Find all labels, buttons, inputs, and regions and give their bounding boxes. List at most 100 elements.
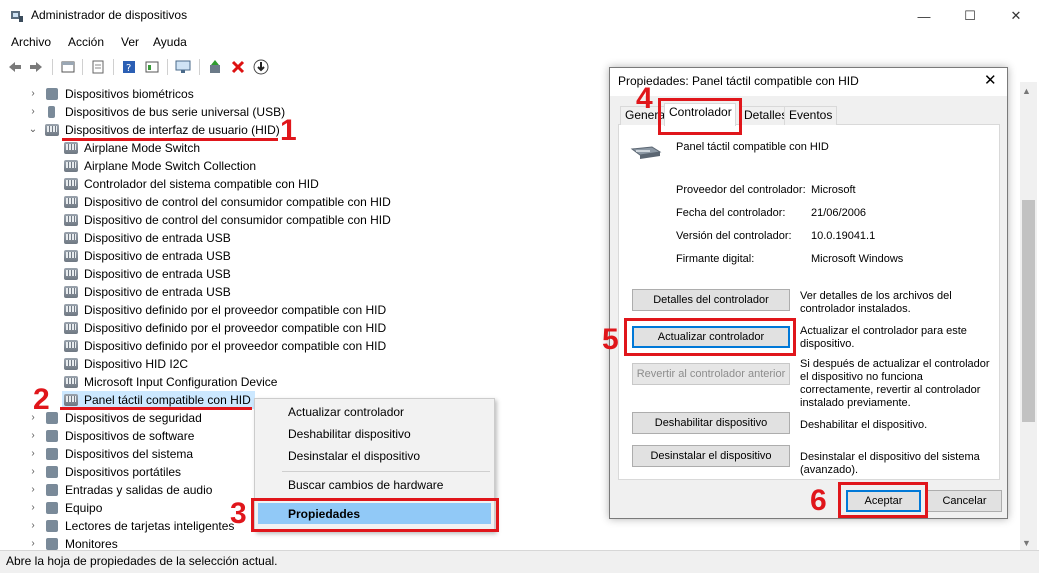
maximize-icon: ☐ bbox=[964, 8, 976, 23]
tree-device-item[interactable]: Airplane Mode Switch Collection bbox=[62, 157, 260, 175]
menu-item-uninstall-device[interactable]: Desinstalar el dispositivo bbox=[288, 449, 420, 463]
print-icon[interactable] bbox=[89, 58, 107, 76]
chevron-right-icon[interactable]: › bbox=[28, 481, 38, 499]
rollback-driver-button[interactable]: Revertir al controlador anterior bbox=[632, 363, 790, 385]
chevron-right-icon[interactable]: › bbox=[28, 103, 38, 121]
annotation-number: 1 bbox=[280, 114, 297, 147]
tree-device-item[interactable]: Dispositivo definido por el proveedor co… bbox=[62, 337, 390, 355]
tree-label: Airplane Mode Switch Collection bbox=[84, 159, 257, 173]
button-description: Actualizar el controlador para este disp… bbox=[800, 325, 967, 350]
hid-device-icon bbox=[64, 286, 78, 298]
scroll-down-icon[interactable]: ▼ bbox=[1022, 538, 1031, 548]
scroll-up-icon[interactable]: ▲ bbox=[1022, 86, 1031, 96]
minimize-button[interactable]: — bbox=[901, 0, 947, 32]
hid-device-icon bbox=[64, 358, 78, 370]
hid-device-icon bbox=[64, 340, 78, 352]
chevron-right-icon[interactable]: › bbox=[28, 427, 38, 445]
chevron-right-icon[interactable]: › bbox=[28, 517, 38, 535]
annotation-number: 5 bbox=[602, 323, 619, 356]
cancel-button[interactable]: Cancelar bbox=[927, 490, 1002, 512]
computer-icon bbox=[46, 502, 58, 514]
hid-icon bbox=[45, 124, 59, 136]
hid-device-icon bbox=[64, 304, 78, 316]
tree-device-item[interactable]: Dispositivo de control del consumidor co… bbox=[62, 211, 395, 229]
tree-device-item[interactable]: Dispositivo de entrada USB bbox=[62, 247, 235, 265]
tree-label: Dispositivos de bus serie universal (USB… bbox=[65, 105, 286, 119]
annotation-box bbox=[658, 98, 742, 135]
annotation-box bbox=[624, 318, 796, 356]
uninstall-device-button[interactable]: Desinstalar el dispositivo bbox=[632, 445, 790, 467]
tree-label: Dispositivo de control del consumidor co… bbox=[84, 195, 391, 209]
close-icon: ✕ bbox=[1010, 8, 1022, 23]
tree-label: Dispositivo definido por el proveedor co… bbox=[84, 321, 387, 335]
tree-device-item[interactable]: Airplane Mode Switch bbox=[62, 139, 204, 157]
forward-icon[interactable] bbox=[27, 58, 45, 76]
menu-bar: Archivo Acción Ver Ayuda bbox=[0, 32, 1039, 52]
tree-device-item[interactable]: Microsoft Input Configuration Device bbox=[62, 373, 281, 391]
tree-device-item[interactable]: Dispositivo de entrada USB bbox=[62, 283, 235, 301]
update-driver-icon[interactable] bbox=[206, 58, 224, 76]
tree-label: Dispositivo de entrada USB bbox=[84, 285, 231, 299]
tree-label: Dispositivo HID I2C bbox=[84, 357, 189, 371]
annotation-number: 3 bbox=[230, 497, 247, 530]
tree-label: Dispositivo de entrada USB bbox=[84, 249, 231, 263]
tree-label: Dispositivo de entrada USB bbox=[84, 231, 231, 245]
device-name: Panel táctil compatible con HID bbox=[676, 141, 829, 153]
fingerprint-icon bbox=[46, 88, 58, 100]
field-value: 10.0.19041.1 bbox=[811, 230, 876, 242]
toolbar-separator bbox=[52, 59, 53, 75]
tree-device-item[interactable]: Dispositivo de control del consumidor co… bbox=[62, 193, 395, 211]
tree-device-item[interactable]: Dispositivo HID I2C bbox=[62, 355, 192, 373]
tree-device-item[interactable]: Dispositivo de entrada USB bbox=[62, 265, 235, 283]
back-icon[interactable] bbox=[6, 58, 24, 76]
tree-device-item[interactable]: Dispositivo definido por el proveedor co… bbox=[62, 319, 390, 337]
hid-device-icon bbox=[64, 214, 78, 226]
tree-scrollbar-thumb[interactable] bbox=[1022, 200, 1035, 422]
audio-icon bbox=[46, 484, 58, 496]
disable-device-button[interactable]: Deshabilitar dispositivo bbox=[632, 412, 790, 434]
hid-device-icon bbox=[64, 142, 78, 154]
close-button[interactable]: ✕ bbox=[993, 0, 1039, 32]
menu-ver[interactable]: Ver bbox=[121, 35, 139, 49]
menu-item-update-driver[interactable]: Actualizar controlador bbox=[288, 405, 404, 419]
menu-ayuda[interactable]: Ayuda bbox=[153, 35, 187, 49]
portable-devices-icon bbox=[46, 466, 58, 478]
chevron-right-icon[interactable]: › bbox=[28, 499, 38, 517]
menu-accion[interactable]: Acción bbox=[68, 35, 104, 49]
hid-device-icon bbox=[64, 250, 78, 262]
tree-label: Controlador del sistema compatible con H… bbox=[84, 177, 319, 191]
menu-archivo[interactable]: Archivo bbox=[11, 35, 51, 49]
menu-item-scan-hardware[interactable]: Buscar cambios de hardware bbox=[288, 478, 443, 492]
chevron-right-icon[interactable]: › bbox=[28, 445, 38, 463]
monitor-icon[interactable] bbox=[174, 58, 192, 76]
tree-category[interactable]: › Dispositivos biométricos bbox=[28, 85, 328, 103]
chevron-right-icon[interactable]: › bbox=[28, 463, 38, 481]
field-value: Microsoft bbox=[811, 184, 856, 196]
tree-label: Lectores de tarjetas inteligentes bbox=[65, 519, 235, 533]
view-icon[interactable] bbox=[143, 58, 161, 76]
chevron-down-icon[interactable]: ⌄ bbox=[28, 121, 38, 139]
field-value: Microsoft Windows bbox=[811, 253, 904, 265]
annotation-underline bbox=[62, 138, 278, 141]
tree-label: Dispositivo definido por el proveedor co… bbox=[84, 339, 387, 353]
hid-device-icon bbox=[64, 232, 78, 244]
dialog-close-icon[interactable]: ✕ bbox=[984, 71, 997, 89]
chevron-right-icon[interactable]: › bbox=[28, 85, 38, 103]
help-icon[interactable]: ? bbox=[120, 58, 138, 76]
uninstall-icon[interactable] bbox=[229, 58, 247, 76]
menu-item-disable-device[interactable]: Deshabilitar dispositivo bbox=[288, 427, 411, 441]
tree-device-item[interactable]: Dispositivo de entrada USB bbox=[62, 229, 235, 247]
status-text: Abre la hoja de propiedades de la selecc… bbox=[6, 554, 278, 568]
tree-label: Equipo bbox=[65, 501, 103, 515]
tree-device-item[interactable]: Controlador del sistema compatible con H… bbox=[62, 175, 323, 193]
maximize-button[interactable]: ☐ bbox=[947, 0, 993, 32]
tree-device-item[interactable]: Dispositivo definido por el proveedor co… bbox=[62, 301, 390, 319]
minimize-icon: — bbox=[917, 8, 931, 24]
tab-eventos[interactable]: Eventos bbox=[784, 106, 838, 125]
tree-label: Dispositivo de control del consumidor co… bbox=[84, 213, 391, 227]
driver-details-button[interactable]: Detalles del controlador bbox=[632, 289, 790, 311]
button-description: Ver detalles de los archivos del control… bbox=[800, 290, 952, 315]
properties-icon[interactable] bbox=[59, 58, 77, 76]
monitor-icon bbox=[46, 538, 58, 550]
download-icon[interactable] bbox=[252, 58, 270, 76]
